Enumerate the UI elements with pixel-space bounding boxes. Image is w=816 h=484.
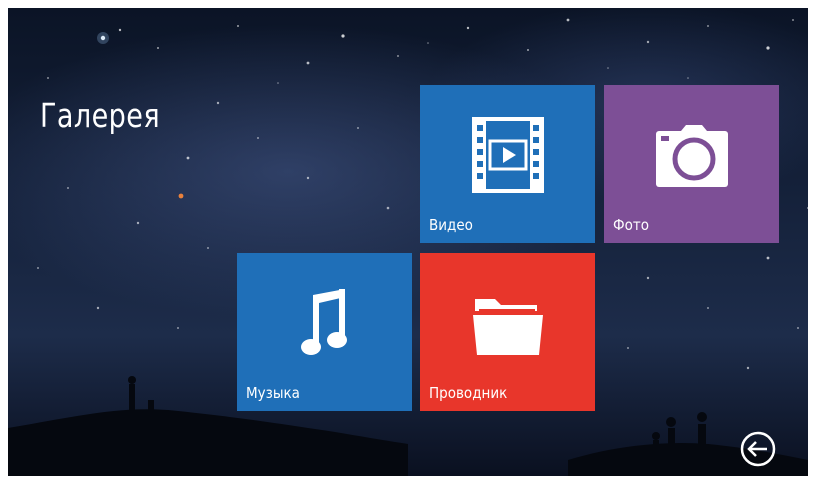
tile-photo-label: Фото [613, 216, 650, 234]
camera-icon [655, 125, 728, 187]
folder-icon [472, 299, 543, 355]
tile-files[interactable]: Проводник [420, 253, 595, 411]
tile-photo[interactable]: Фото [604, 85, 779, 243]
tile-music-label: Музыка [246, 384, 300, 402]
music-note-icon [300, 289, 347, 355]
back-button[interactable] [740, 431, 776, 467]
page-title: Галерея [40, 96, 161, 135]
film-play-icon [471, 117, 544, 193]
tile-video[interactable]: Видео [420, 85, 595, 243]
gallery-screen: Галерея Видео Фото Музыка Проводник [8, 8, 808, 476]
tile-files-label: Проводник [429, 384, 508, 402]
back-arrow-icon [740, 431, 776, 467]
tile-video-label: Видео [429, 216, 473, 234]
tile-music[interactable]: Музыка [237, 253, 412, 411]
